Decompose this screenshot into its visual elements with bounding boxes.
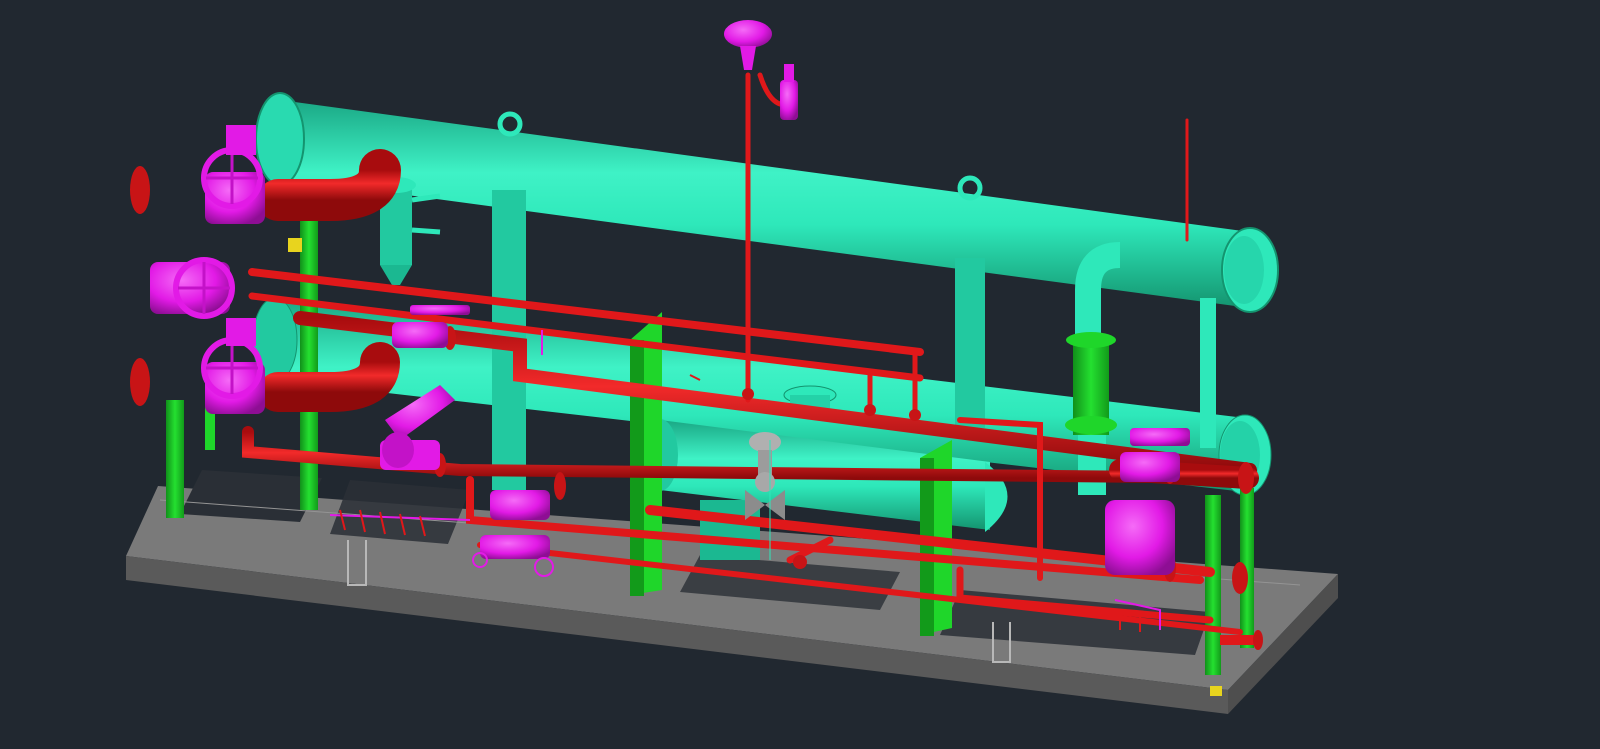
vent-cap-icon[interactable] [724, 20, 772, 70]
cad-3d-viewport[interactable] [0, 0, 1600, 749]
relief-valve-icon[interactable] [780, 64, 798, 120]
skid-model-canvas[interactable] [0, 0, 1600, 749]
